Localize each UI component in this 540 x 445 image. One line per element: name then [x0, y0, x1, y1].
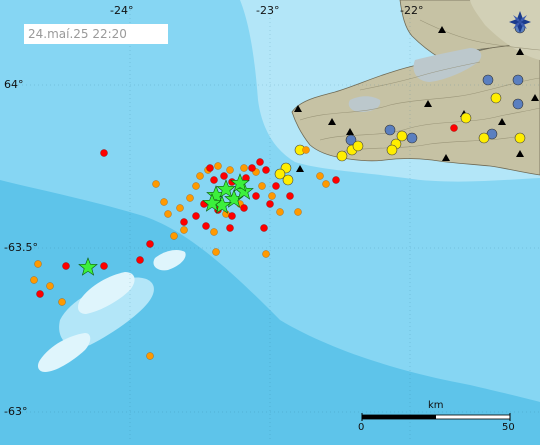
seismic-station-triangle: [442, 154, 450, 161]
seismic-station-triangle: [438, 26, 446, 33]
scale-unit: km: [428, 400, 444, 411]
seismic-station-triangle: [516, 150, 524, 157]
seismic-station-triangle: [424, 100, 432, 107]
earthquake-blue: [345, 22, 526, 146]
earthquake-yellow: [274, 92, 526, 186]
scale-end: 50: [502, 422, 515, 433]
large-quake-stars: [78, 173, 254, 276]
seismic-stations: [294, 26, 539, 172]
scale-start: 0: [358, 422, 365, 433]
scale-bar: [361, 413, 511, 421]
compass-rose-icon: [509, 11, 531, 33]
seismic-station-triangle: [498, 118, 506, 125]
seismic-station-triangle: [294, 105, 302, 112]
seismic-station-triangle: [531, 94, 539, 101]
seismic-station-triangle: [296, 165, 304, 172]
seismic-station-triangle: [328, 118, 336, 125]
seismic-station-triangle: [346, 128, 354, 135]
seismic-station-triangle: [516, 48, 524, 55]
seismic-map[interactable]: 24.maí.25 22:20 -24° -23° -22° 64° -63.5…: [0, 0, 540, 445]
earthquake-markers: [30, 11, 539, 421]
large-quake-star: [78, 257, 98, 276]
